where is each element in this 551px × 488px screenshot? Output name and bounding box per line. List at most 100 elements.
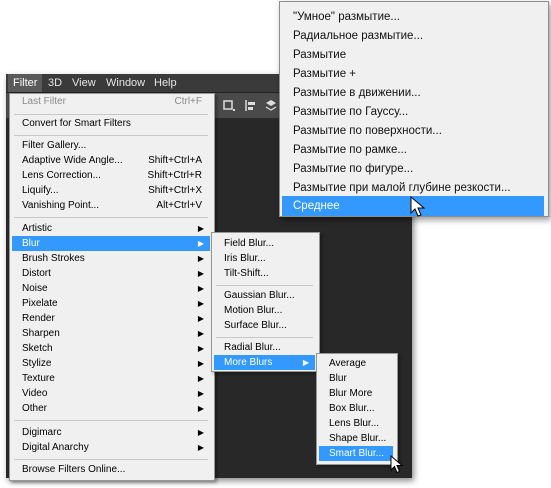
shortcut-label: Shift+Ctrl+A (148, 155, 202, 166)
menu-item-ru-box-blur[interactable]: Размытие по рамке... (282, 140, 544, 160)
align-top-icon[interactable] (222, 99, 236, 112)
menu-item-vanishing-point[interactable]: Vanishing Point... Alt+Ctrl+V (12, 198, 210, 213)
menu-item-liquify[interactable]: Liquify... Shift+Ctrl+X (12, 183, 210, 198)
menu-item-distort[interactable]: Distort ▶ (12, 266, 210, 281)
menu-item-label: Stylize (22, 358, 52, 369)
menu-item-last-filter: Last Filter Ctrl+F (12, 94, 210, 109)
menu-item-field-blur[interactable]: Field Blur... (214, 236, 315, 251)
menu-item-sketch[interactable]: Sketch ▶ (12, 341, 210, 356)
menu-item-ru-blur[interactable]: Размытие (282, 45, 544, 65)
more-blurs-submenu: Average Blur Blur More Box Blur... Lens … (316, 353, 398, 465)
menu-item-video[interactable]: Video ▶ (12, 386, 210, 401)
menu-item-label: Other (22, 403, 48, 414)
menu-item-label: Last Filter (22, 96, 66, 107)
menu-item-lens-correction[interactable]: Lens Correction... Shift+Ctrl+R (12, 168, 210, 183)
blur-submenu: Field Blur... Iris Blur... Tilt-Shift...… (211, 232, 320, 372)
menu-item-blur[interactable]: Blur ▶ (12, 236, 210, 251)
menu-separator (216, 337, 313, 338)
menu-item-box-blur[interactable]: Box Blur... (319, 401, 393, 416)
submenu-arrow-icon: ▶ (197, 299, 204, 308)
align-left-icon[interactable] (244, 99, 258, 112)
submenu-arrow-icon: ▶ (197, 269, 204, 278)
menu-item-average[interactable]: Average (319, 356, 393, 371)
menu-item-artistic[interactable]: Artistic ▶ (12, 221, 210, 236)
menu-item-convert-smart-filters[interactable]: Convert for Smart Filters (12, 116, 210, 131)
menu-item-filter-gallery[interactable]: Filter Gallery... (12, 138, 210, 153)
submenu-arrow-icon: ▶ (197, 428, 204, 437)
submenu-arrow-icon: ▶ (197, 404, 204, 413)
menu-3d[interactable]: 3D (43, 74, 67, 92)
submenu-arrow-icon: ▶ (197, 443, 204, 452)
submenu-arrow-icon: ▶ (197, 224, 204, 233)
menu-item-stylize[interactable]: Stylize ▶ (12, 356, 210, 371)
menu-item-ru-motion-blur[interactable]: Размытие в движении... (282, 83, 544, 103)
menu-item-shape-blur[interactable]: Shape Blur... (319, 431, 393, 446)
menu-item-label: Brush Strokes (22, 253, 85, 264)
shortcut-label: Shift+Ctrl+X (148, 185, 202, 196)
menu-item-label: Noise (22, 283, 48, 294)
submenu-arrow-icon: ▶ (197, 239, 204, 248)
menu-window[interactable]: Window (101, 74, 150, 92)
menu-separator (14, 420, 208, 421)
menu-separator (14, 217, 208, 218)
shortcut-label: Shift+Ctrl+R (147, 170, 202, 181)
menu-item-noise[interactable]: Noise ▶ (12, 281, 210, 296)
menu-item-ru-radial-blur[interactable]: Радиальное размытие... (282, 26, 544, 46)
menu-separator (14, 135, 208, 136)
menu-item-ru-smart-blur[interactable]: "Умное" размытие... (282, 7, 544, 27)
menu-item-brush-strokes[interactable]: Brush Strokes ▶ (12, 251, 210, 266)
menu-item-label: Liquify... (22, 185, 59, 196)
menu-item-label: Render (22, 313, 55, 324)
menu-item-pixelate[interactable]: Pixelate ▶ (12, 296, 210, 311)
menu-item-gaussian-blur[interactable]: Gaussian Blur... (214, 288, 315, 303)
menu-view[interactable]: View (67, 74, 101, 92)
menu-item-motion-blur[interactable]: Motion Blur... (214, 303, 315, 318)
menu-item-iris-blur[interactable]: Iris Blur... (214, 251, 315, 266)
menu-item-label: Distort (22, 268, 51, 279)
menu-item-ru-gaussian-blur[interactable]: Размытие по Гауссу... (282, 102, 544, 122)
russian-blur-menu: "Умное" размытие... Радиальное размытие.… (279, 1, 549, 217)
submenu-arrow-icon: ▶ (197, 344, 204, 353)
menu-item-ru-blur-more[interactable]: Размытие + (282, 64, 544, 84)
shortcut-label: Alt+Ctrl+V (156, 200, 202, 211)
menu-item-label: Artistic (22, 223, 52, 234)
menu-item-browse-filters-online[interactable]: Browse Filters Online... (12, 462, 210, 477)
menu-item-ru-surface-blur[interactable]: Размытие по поверхности... (282, 121, 544, 141)
menu-item-lens-blur[interactable]: Lens Blur... (319, 416, 393, 431)
submenu-arrow-icon: ▶ (197, 284, 204, 293)
filter-menu: Last Filter Ctrl+F Convert for Smart Fil… (9, 93, 215, 481)
submenu-arrow-icon: ▶ (197, 359, 204, 368)
menu-item-label: Digital Anarchy (22, 442, 89, 453)
menu-item-label: Blur (22, 238, 40, 249)
menu-item-radial-blur[interactable]: Radial Blur... (214, 340, 315, 355)
menu-filter[interactable]: Filter (8, 74, 43, 92)
submenu-arrow-icon: ▶ (197, 374, 204, 383)
menu-item-label: Sharpen (22, 328, 60, 339)
menu-item-digital-anarchy[interactable]: Digital Anarchy ▶ (12, 440, 210, 455)
menu-item-texture[interactable]: Texture ▶ (12, 371, 210, 386)
menu-item-more-blurs[interactable]: More Blurs ▶ (214, 355, 315, 370)
menu-help[interactable]: Help (149, 74, 182, 92)
shortcut-label: Ctrl+F (174, 96, 203, 107)
menu-item-label: Adaptive Wide Angle... (22, 155, 123, 166)
menu-item-sharpen[interactable]: Sharpen ▶ (12, 326, 210, 341)
menu-item-tilt-shift[interactable]: Tilt-Shift... (214, 266, 315, 281)
menu-item-surface-blur[interactable]: Surface Blur... (214, 318, 315, 333)
menu-item-render[interactable]: Render ▶ (12, 311, 210, 326)
submenu-arrow-icon: ▶ (302, 358, 309, 367)
menu-item-ru-lens-blur[interactable]: Размытие при малой глубине резкости... (282, 178, 544, 198)
menu-item-ru-shape-blur[interactable]: Размытие по фигуре... (282, 159, 544, 179)
menu-item-digimarc[interactable]: Digimarc ▶ (12, 425, 210, 440)
menu-item-blur-plain[interactable]: Blur (319, 371, 393, 386)
menu-item-label: More Blurs (224, 357, 273, 368)
menu-item-other[interactable]: Other ▶ (12, 401, 210, 416)
menu-item-label: Texture (22, 373, 55, 384)
menu-item-label: Video (22, 388, 48, 399)
menu-item-label: Sketch (22, 343, 53, 354)
menu-item-smart-blur[interactable]: Smart Blur... (319, 446, 393, 461)
menu-item-label: Pixelate (22, 298, 58, 309)
menu-item-adaptive-wide-angle[interactable]: Adaptive Wide Angle... Shift+Ctrl+A (12, 153, 210, 168)
menu-item-blur-more[interactable]: Blur More (319, 386, 393, 401)
submenu-arrow-icon: ▶ (197, 314, 204, 323)
distribute-icon[interactable] (264, 99, 278, 112)
